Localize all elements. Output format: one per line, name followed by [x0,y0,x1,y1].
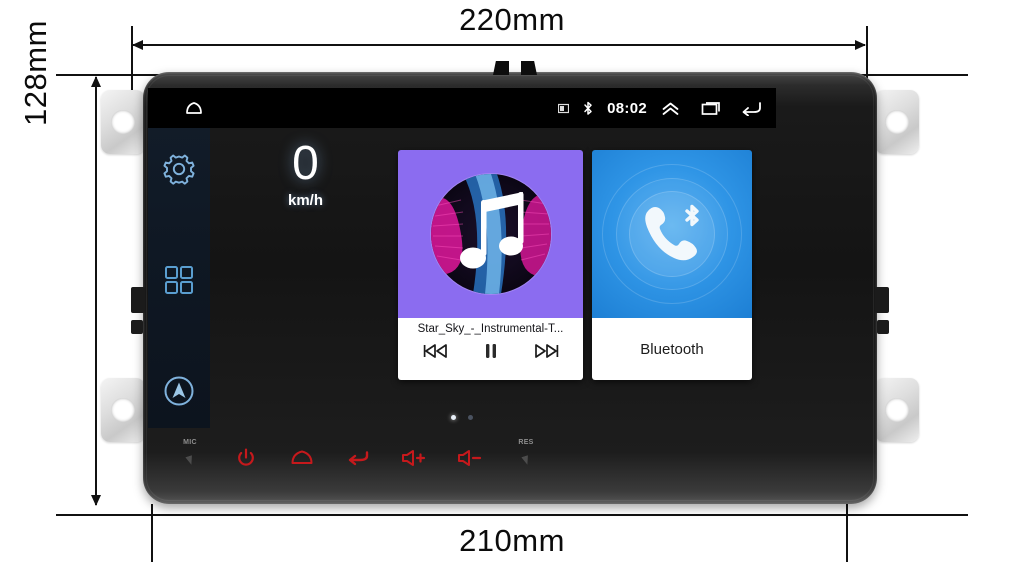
navigation-compass-icon[interactable] [160,372,198,410]
back-key[interactable] [330,440,386,480]
double-chevron-up-icon[interactable] [661,101,680,116]
previous-track-icon[interactable] [421,338,451,364]
side-clip-left-lower [131,320,143,334]
volume-up-key[interactable] [386,440,442,480]
bluetooth-phone-icon [645,204,699,261]
mic-key[interactable]: MIC [162,439,218,480]
reset-key[interactable]: RES [498,439,554,480]
bluetooth-label: Bluetooth [640,340,704,358]
home-icon[interactable] [184,100,204,116]
music-note-icon [429,173,552,295]
status-bar: 08:02 [148,88,776,128]
power-icon [236,448,256,473]
dimension-label-top-width: 220mm [459,2,565,37]
dimension-arrow-top-width [132,40,866,50]
hardware-key-bar: MIC RES [148,434,776,486]
gear-icon[interactable] [160,150,198,188]
music-widget[interactable]: Star_Sky_-_Instrumental-T... [398,150,583,380]
volume-down-key[interactable] [442,440,498,480]
side-clip-right-upper [875,287,889,313]
screw-hole [885,398,909,422]
home-icon [290,449,314,471]
bluetooth-widget[interactable]: Bluetooth [592,150,752,380]
dimension-label-left-height: 128mm [18,20,53,126]
side-clip-right-lower [877,320,889,334]
dimension-label-bottom-width: 210mm [459,523,565,558]
mic-key-label: MIC [183,439,197,446]
mount-bracket-bottom-right [875,378,919,442]
side-clip-left-upper [131,287,145,313]
left-dock [148,128,210,428]
volume-up-icon [401,449,427,472]
page-dot-1[interactable] [451,415,456,420]
signal-icon [558,103,570,114]
screw-hole [111,398,135,422]
screw-hole [111,110,135,134]
page-dot-2[interactable] [468,415,473,420]
top-tab-left [493,61,509,75]
recent-apps-icon[interactable] [700,100,722,116]
music-track-title: Star_Sky_-_Instrumental-T... [417,323,564,335]
microphone-hole-icon [185,455,194,466]
mount-bracket-top-right [875,90,919,154]
next-track-icon[interactable] [531,338,561,364]
reset-pinhole-icon [521,455,530,466]
pause-icon[interactable] [476,338,506,364]
music-album-art[interactable] [398,150,583,318]
back-arrow-icon [346,449,370,471]
mount-bracket-bottom-left [101,378,145,442]
volume-down-icon [457,449,483,472]
power-key[interactable] [218,440,274,480]
reset-key-label: RES [518,439,534,446]
bluetooth-icon [583,101,593,116]
music-controls-panel: Star_Sky_-_Instrumental-T... [398,318,583,380]
bluetooth-label-panel: Bluetooth [592,318,752,380]
dimension-diagram: 220mm 128mm 210mm 0 km/h 08:02 Star_Sky_… [0,0,1024,575]
head-unit-device: 0 km/h 08:02 Star_Sky_-_Instrumental-T..… [95,61,925,517]
page-indicator [148,415,776,420]
screw-hole [885,110,909,134]
home-key[interactable] [274,440,330,480]
back-arrow-icon[interactable] [740,100,762,116]
top-tab-right [521,61,537,75]
apps-grid-icon[interactable] [160,261,198,299]
bluetooth-tile-art[interactable] [592,150,752,318]
mount-bracket-top-left [101,90,145,154]
status-bar-clock: 08:02 [607,99,647,117]
